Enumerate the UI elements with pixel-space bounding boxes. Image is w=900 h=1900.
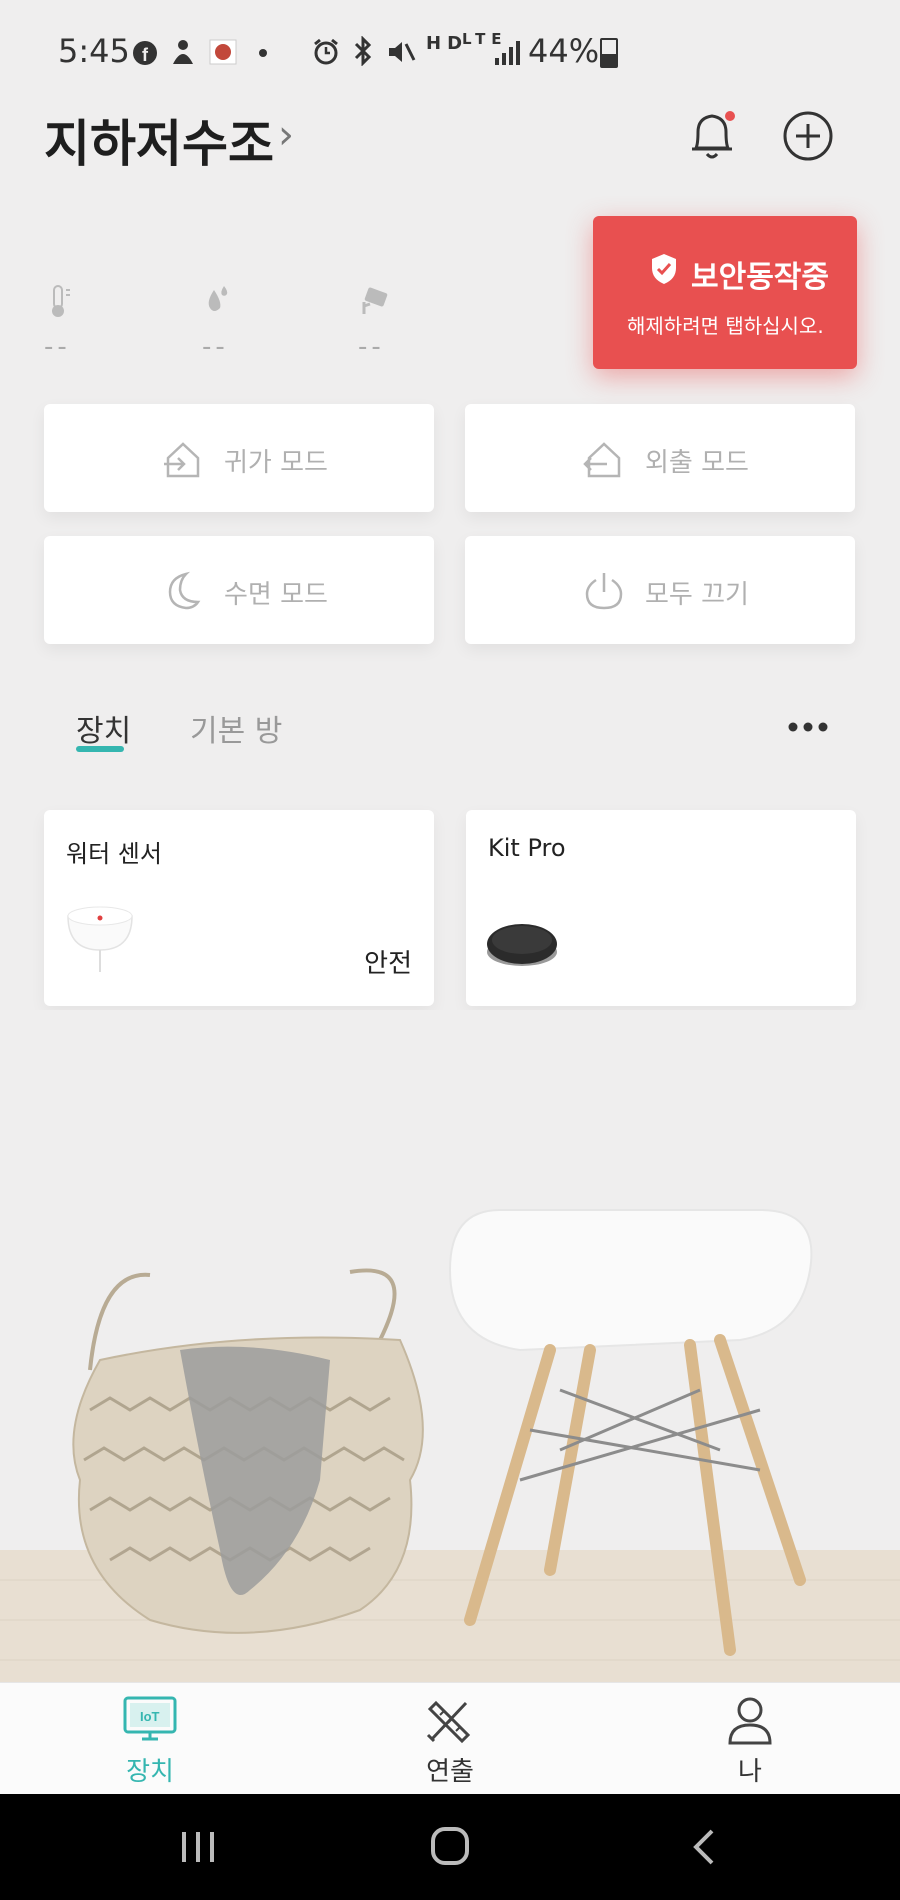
all-off-button[interactable]: 모두 끄기 [465,536,855,644]
home-mode-label: 귀가 모드 [224,448,328,478]
add-icon[interactable] [782,110,834,162]
home-icon[interactable] [430,1826,470,1866]
security-status-card[interactable]: 보안동작중 해제하려면 탭하십시오. [593,216,857,369]
person-icon [728,1697,772,1745]
shield-check-icon [652,254,676,284]
away-mode-label: 외출 모드 [645,448,749,478]
security-subtitle: 해제하려면 탭하십시오. [627,314,824,338]
status-time: 5:45 [58,32,130,70]
bottom-navigation: IoT 장치 연출 나 [0,1682,900,1795]
tools-icon [426,1700,471,1744]
more-options-icon[interactable] [788,716,828,738]
recent-apps-icon[interactable] [180,1830,216,1864]
all-off-label: 모두 끄기 [645,580,749,610]
camera-icon [362,287,388,314]
tab-active-indicator [76,746,124,752]
device-card-water-sensor[interactable]: 워터 센서 안전 [44,810,434,1006]
humidity-icon [208,286,228,311]
water-sensor-icon [67,906,133,972]
tab-devices[interactable]: 장치 [76,706,131,750]
bluetooth-icon [354,36,372,66]
battery-icon [600,38,618,68]
signal-icon [495,41,520,65]
home-out-icon [583,442,621,478]
camera-value: -- [358,332,385,362]
iot-monitor-icon: IoT [123,1696,177,1741]
away-mode-button[interactable]: 외출 모드 [465,404,855,512]
humidity-value: -- [202,332,229,362]
back-icon[interactable] [690,1828,716,1866]
iot-icon-label: IoT [140,1709,160,1724]
battery-percent: 44% [528,32,600,70]
status-bar: 5:45 f HD LTE 44% [0,0,900,100]
device-name: 워터 센서 [66,840,162,868]
app-icon [209,39,237,65]
device-status: 안전 [364,949,412,979]
app-icon [173,40,193,64]
nav-label-me: 나 [738,1757,762,1787]
temperature-value: -- [44,332,71,362]
page-title[interactable]: 지하저수조 [44,104,274,176]
alarm-icon [314,38,338,65]
dot-icon [259,49,267,57]
home-mode-button[interactable]: 귀가 모드 [44,404,434,512]
security-title: 보안동작중 [691,260,829,295]
home-in-icon [164,442,200,478]
svg-text:f: f [142,45,158,65]
nav-label-scenes: 연출 [426,1757,474,1787]
nav-item-scenes[interactable]: 연출 [300,1683,600,1795]
notification-dot [725,111,735,121]
sleep-mode-button[interactable]: 수면 모드 [44,536,434,644]
system-navigation-bar [0,1794,900,1900]
tab-default-room[interactable]: 기본 방 [190,706,282,750]
thermometer-icon [52,285,70,317]
nav-item-devices[interactable]: IoT 장치 [0,1683,300,1795]
background-room-image [0,1010,900,1682]
bell-icon[interactable] [686,104,738,164]
facebook-icon: f [133,41,158,65]
kit-pro-icon [487,924,557,966]
power-icon [585,573,623,610]
device-card-kit-pro[interactable]: Kit Pro [466,810,856,1006]
sleep-mode-label: 수면 모드 [224,580,328,610]
chevron-right-icon[interactable]: › [278,112,294,158]
moon-icon [168,571,201,610]
nav-label-devices: 장치 [126,1757,174,1787]
nav-item-me[interactable]: 나 [600,1683,900,1795]
mute-icon [389,42,416,62]
device-name: Kit Pro [488,834,566,862]
